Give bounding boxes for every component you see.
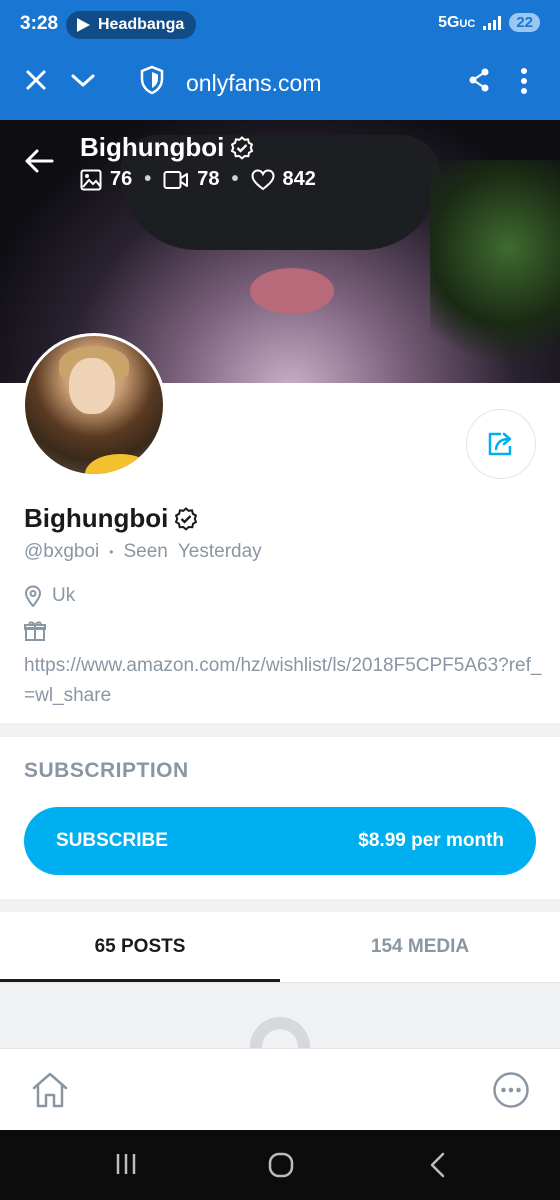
recent-apps-icon[interactable] bbox=[114, 1152, 138, 1176]
gift-icon bbox=[24, 621, 46, 641]
stats-separator: • bbox=[144, 168, 152, 190]
profile-name-text: Bighungboi bbox=[24, 503, 169, 533]
status-icons: 5GUC 22 bbox=[438, 13, 540, 32]
share-external-icon bbox=[488, 432, 512, 456]
cover-header: Bighungboi 76 • 78 • 842 bbox=[0, 130, 560, 200]
subscription-title: SUBSCRIPTION bbox=[24, 759, 189, 782]
share-profile-button[interactable] bbox=[466, 409, 536, 479]
chevron-down-icon[interactable] bbox=[70, 68, 96, 92]
back-button-icon[interactable] bbox=[428, 1152, 446, 1178]
play-icon bbox=[77, 18, 90, 32]
photos-count: 76 bbox=[110, 168, 133, 190]
subscribe-button[interactable]: SUBSCRIBE $8.99 per month bbox=[24, 807, 536, 875]
seen-label: Seen bbox=[123, 541, 168, 562]
profile-location: Uk bbox=[24, 585, 75, 607]
subscribe-label: SUBSCRIBE bbox=[56, 830, 168, 851]
profile-tabs: 65 POSTS 154 MEDIA bbox=[0, 912, 560, 982]
profile-name: Bighungboi bbox=[24, 503, 198, 534]
seen-value: Yesterday bbox=[177, 541, 262, 562]
verified-icon bbox=[175, 506, 198, 531]
avatar[interactable] bbox=[22, 333, 166, 477]
more-horizontal-icon[interactable] bbox=[492, 1071, 530, 1109]
tab-posts[interactable]: 65 POSTS bbox=[0, 912, 280, 982]
stats-separator: • bbox=[231, 168, 239, 190]
home-button-icon[interactable] bbox=[268, 1152, 294, 1178]
cover-name: Bighungboi bbox=[80, 132, 254, 163]
lock-icon bbox=[250, 1017, 310, 1048]
location-pin-icon bbox=[24, 585, 42, 607]
browser-toolbar: onlyfans.com bbox=[0, 50, 560, 120]
profile-meta: @bxgboi • Seen Yesterday bbox=[24, 541, 262, 563]
meta-separator: • bbox=[109, 545, 114, 559]
more-vertical-icon[interactable] bbox=[520, 68, 528, 94]
avatar-photo-shape bbox=[69, 358, 115, 414]
status-time: 3:28 bbox=[20, 13, 59, 34]
verified-icon bbox=[231, 135, 254, 160]
url-text[interactable]: onlyfans.com bbox=[186, 70, 322, 97]
subscription-section: SUBSCRIPTION SUBSCRIBE $8.99 per month bbox=[0, 737, 560, 899]
profile-handle: @bxgboi bbox=[24, 541, 100, 562]
heart-icon bbox=[251, 168, 275, 190]
shield-icon[interactable] bbox=[140, 65, 164, 95]
share-icon[interactable] bbox=[468, 68, 490, 92]
close-icon[interactable] bbox=[24, 68, 48, 92]
likes-count: 842 bbox=[282, 168, 316, 190]
cover-photo-shape bbox=[250, 268, 334, 314]
image-icon bbox=[80, 169, 102, 190]
notification-app-name: Headbanga bbox=[98, 16, 185, 33]
back-arrow-icon[interactable] bbox=[24, 148, 54, 174]
videos-count: 78 bbox=[197, 168, 220, 190]
video-icon bbox=[163, 170, 189, 189]
signal-icon bbox=[483, 15, 502, 30]
wishlist-link[interactable]: https://www.amazon.com/hz/wishlist/ls/20… bbox=[24, 651, 544, 711]
cover-stats: 76 • 78 • 842 bbox=[80, 168, 316, 191]
network-label: 5GUC bbox=[438, 13, 476, 31]
tab-media[interactable]: 154 MEDIA bbox=[280, 912, 560, 982]
bottom-nav bbox=[0, 1048, 560, 1130]
status-bar: 3:28 Headbanga 5GUC 22 bbox=[0, 0, 560, 50]
locked-content-area bbox=[0, 982, 560, 1048]
home-icon[interactable] bbox=[30, 1071, 70, 1109]
subscribe-price: $8.99 per month bbox=[358, 830, 504, 851]
battery-badge: 22 bbox=[509, 13, 540, 32]
system-nav-bar bbox=[0, 1130, 560, 1200]
location-text: Uk bbox=[52, 585, 76, 606]
notification-pill[interactable]: Headbanga bbox=[66, 11, 197, 39]
cover-name-text: Bighungboi bbox=[80, 132, 225, 162]
